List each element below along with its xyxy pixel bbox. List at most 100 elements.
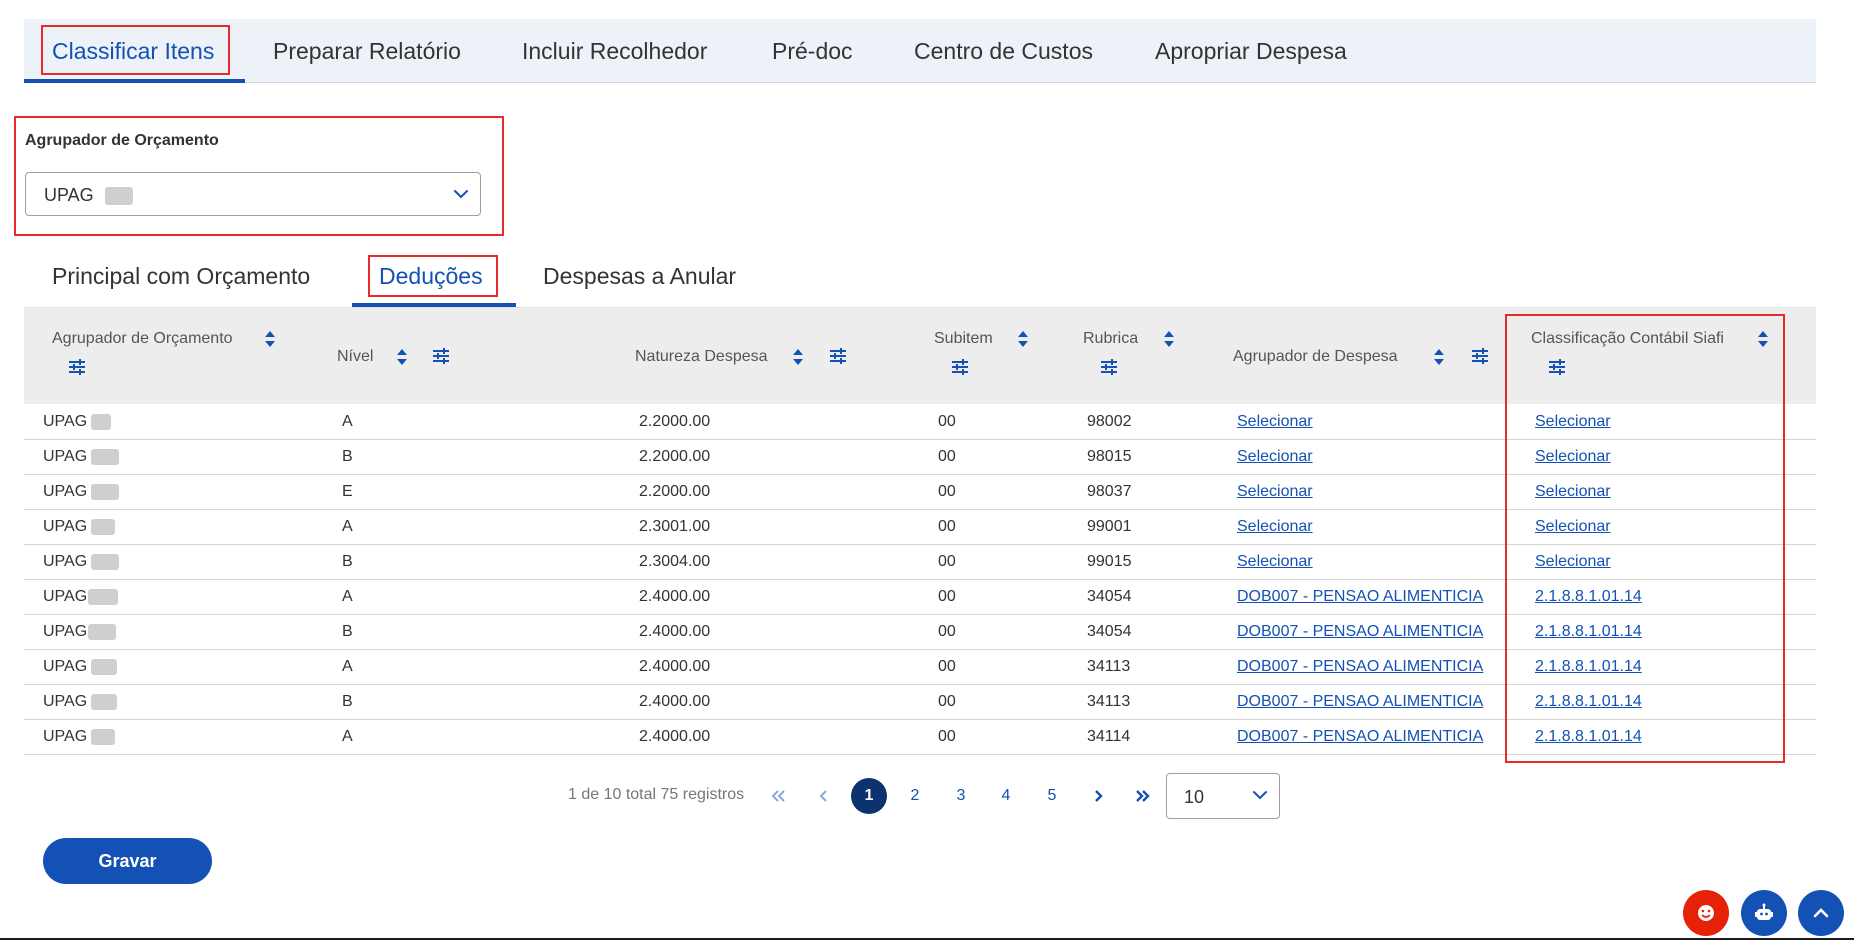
cell-natureza: 2.4000.00	[639, 658, 711, 675]
cell-agrupador-orcamento: UPAG	[43, 615, 117, 649]
chevron-down-icon	[454, 190, 468, 199]
redacted-value	[88, 588, 119, 605]
header-rubrica: Rubrica	[1083, 330, 1139, 347]
cell-agrupador-orcamento: UPAG	[43, 685, 118, 719]
filter-sliders-icon[interactable]	[829, 347, 847, 365]
filter-sliders-icon[interactable]	[68, 358, 86, 376]
cell-rubrica: 34054	[1087, 588, 1132, 605]
filter-sliders-icon[interactable]	[1100, 358, 1118, 376]
filter-sliders-icon[interactable]	[951, 358, 969, 376]
feedback-button[interactable]	[1683, 890, 1729, 936]
cell-natureza: 2.2000.00	[639, 448, 711, 465]
filter-sliders-icon[interactable]	[1548, 358, 1566, 376]
cell-rubrica: 98037	[1087, 483, 1132, 500]
classificacao-link[interactable]: 2.1.8.8.1.01.14	[1535, 720, 1642, 754]
classificacao-link[interactable]: Selecionar	[1535, 475, 1611, 509]
agrupador-despesa-link[interactable]: DOB007 - PENSAO ALIMENTICIA	[1237, 650, 1483, 684]
redacted-value	[91, 483, 120, 500]
agrupador-despesa-link[interactable]: Selecionar	[1237, 545, 1313, 579]
filter-sliders-icon[interactable]	[432, 347, 450, 365]
agrupador-despesa-link[interactable]: Selecionar	[1237, 510, 1313, 544]
table-row: UPAG B 2.3004.00 00 99015 Selecionar Sel…	[24, 545, 1816, 580]
cell-natureza: 2.4000.00	[639, 693, 711, 710]
tab-deducoes[interactable]: Deduções	[379, 256, 483, 296]
tab-preparar-relatorio[interactable]: Preparar Relatório	[273, 19, 461, 83]
page-3-button[interactable]: 3	[943, 778, 979, 814]
header-classificacao-contabil: Classificação Contábil Siafi	[1531, 330, 1724, 347]
page-4-button[interactable]: 4	[988, 778, 1024, 814]
chevron-right-icon	[1095, 790, 1103, 802]
page-5-button[interactable]: 5	[1034, 778, 1070, 814]
cell-subitem: 00	[938, 448, 956, 465]
cell-nivel: A	[342, 728, 353, 745]
chevron-left-icon	[819, 790, 827, 802]
agrupador-despesa-link[interactable]: Selecionar	[1237, 440, 1313, 474]
cell-agrupador-orcamento: UPAG	[43, 405, 112, 439]
page-1-button[interactable]: 1	[851, 778, 887, 814]
cell-agrupador-orcamento: UPAG	[43, 545, 120, 579]
cell-subitem: 00	[938, 728, 956, 745]
header-agrupador-despesa: Agrupador de Despesa	[1233, 348, 1398, 365]
table-header: Agrupador de Orçamento Nível Natureza De…	[24, 308, 1816, 404]
cell-subitem: 00	[938, 553, 956, 570]
classificacao-link[interactable]: 2.1.8.8.1.01.14	[1535, 615, 1642, 649]
page-2-button[interactable]: 2	[897, 778, 933, 814]
cell-subitem: 00	[938, 413, 956, 430]
agrupador-despesa-link[interactable]: DOB007 - PENSAO ALIMENTICIA	[1237, 720, 1483, 754]
classificacao-link[interactable]: 2.1.8.8.1.01.14	[1535, 650, 1642, 684]
agrupador-despesa-link[interactable]: DOB007 - PENSAO ALIMENTICIA	[1237, 685, 1483, 719]
header-nivel: Nível	[337, 348, 374, 365]
agrupador-despesa-link[interactable]: Selecionar	[1237, 405, 1313, 439]
sort-icon[interactable]	[1160, 330, 1178, 348]
filter-sliders-icon[interactable]	[1471, 347, 1489, 365]
cell-nivel: B	[342, 693, 353, 710]
previous-page-button[interactable]	[806, 778, 842, 814]
tab-apropriar-despesa[interactable]: Apropriar Despesa	[1155, 19, 1347, 83]
sort-icon[interactable]	[261, 330, 279, 348]
tab-incluir-recolhedor[interactable]: Incluir Recolhedor	[522, 19, 707, 83]
first-page-button[interactable]	[760, 778, 796, 814]
sort-icon[interactable]	[1754, 330, 1772, 348]
tab-classificar-itens[interactable]: Classificar Itens	[52, 19, 214, 83]
agrupador-despesa-link[interactable]: DOB007 - PENSAO ALIMENTICIA	[1237, 615, 1483, 649]
agrupador-despesa-link[interactable]: Selecionar	[1237, 475, 1313, 509]
classificacao-link[interactable]: Selecionar	[1535, 545, 1611, 579]
agrupador-despesa-link[interactable]: DOB007 - PENSAO ALIMENTICIA	[1237, 580, 1483, 614]
main-tabs-bar: Classificar Itens Preparar Relatório Inc…	[24, 19, 1816, 83]
cell-nivel: B	[342, 623, 353, 640]
smiley-icon	[1698, 905, 1714, 921]
last-page-button[interactable]	[1125, 778, 1161, 814]
cell-rubrica: 34114	[1087, 728, 1131, 745]
cell-subitem: 00	[938, 623, 956, 640]
cell-rubrica: 34113	[1087, 693, 1131, 710]
classificacao-link[interactable]: 2.1.8.8.1.01.14	[1535, 580, 1642, 614]
agrupador-orcamento-select[interactable]: UPAG	[25, 172, 481, 216]
cell-natureza: 2.2000.00	[639, 483, 711, 500]
sort-icon[interactable]	[393, 348, 411, 366]
cell-agrupador-orcamento: UPAG	[43, 510, 116, 544]
table-row: UPAG B 2.2000.00 00 98015 Selecionar Sel…	[24, 440, 1816, 475]
save-button[interactable]: Gravar	[43, 838, 212, 884]
sort-icon[interactable]	[789, 348, 807, 366]
cell-agrupador-orcamento: UPAG	[43, 650, 118, 684]
classificacao-link[interactable]: Selecionar	[1535, 510, 1611, 544]
items-per-page-select[interactable]: 10	[1166, 773, 1280, 819]
cell-nivel: E	[342, 483, 353, 500]
tab-principal-com-orcamento[interactable]: Principal com Orçamento	[52, 256, 310, 296]
back-to-top-button[interactable]	[1798, 890, 1844, 936]
tab-centro-de-custos[interactable]: Centro de Custos	[914, 19, 1093, 83]
tab-pre-doc[interactable]: Pré-doc	[772, 19, 853, 83]
classificacao-link[interactable]: Selecionar	[1535, 440, 1611, 474]
redacted-value	[91, 693, 118, 710]
classificacao-link[interactable]: Selecionar	[1535, 405, 1611, 439]
sort-icon[interactable]	[1430, 348, 1448, 366]
tab-despesas-a-anular[interactable]: Despesas a Anular	[543, 256, 736, 296]
cell-rubrica: 99015	[1087, 553, 1132, 570]
cell-rubrica: 99001	[1087, 518, 1132, 535]
classificacao-link[interactable]: 2.1.8.8.1.01.14	[1535, 685, 1642, 719]
table-row: UPAG A 2.3001.00 00 99001 Selecionar Sel…	[24, 510, 1816, 545]
select-value: UPAG	[44, 173, 133, 217]
chatbot-button[interactable]	[1741, 890, 1787, 936]
next-page-button[interactable]	[1080, 778, 1116, 814]
sort-icon[interactable]	[1014, 330, 1032, 348]
